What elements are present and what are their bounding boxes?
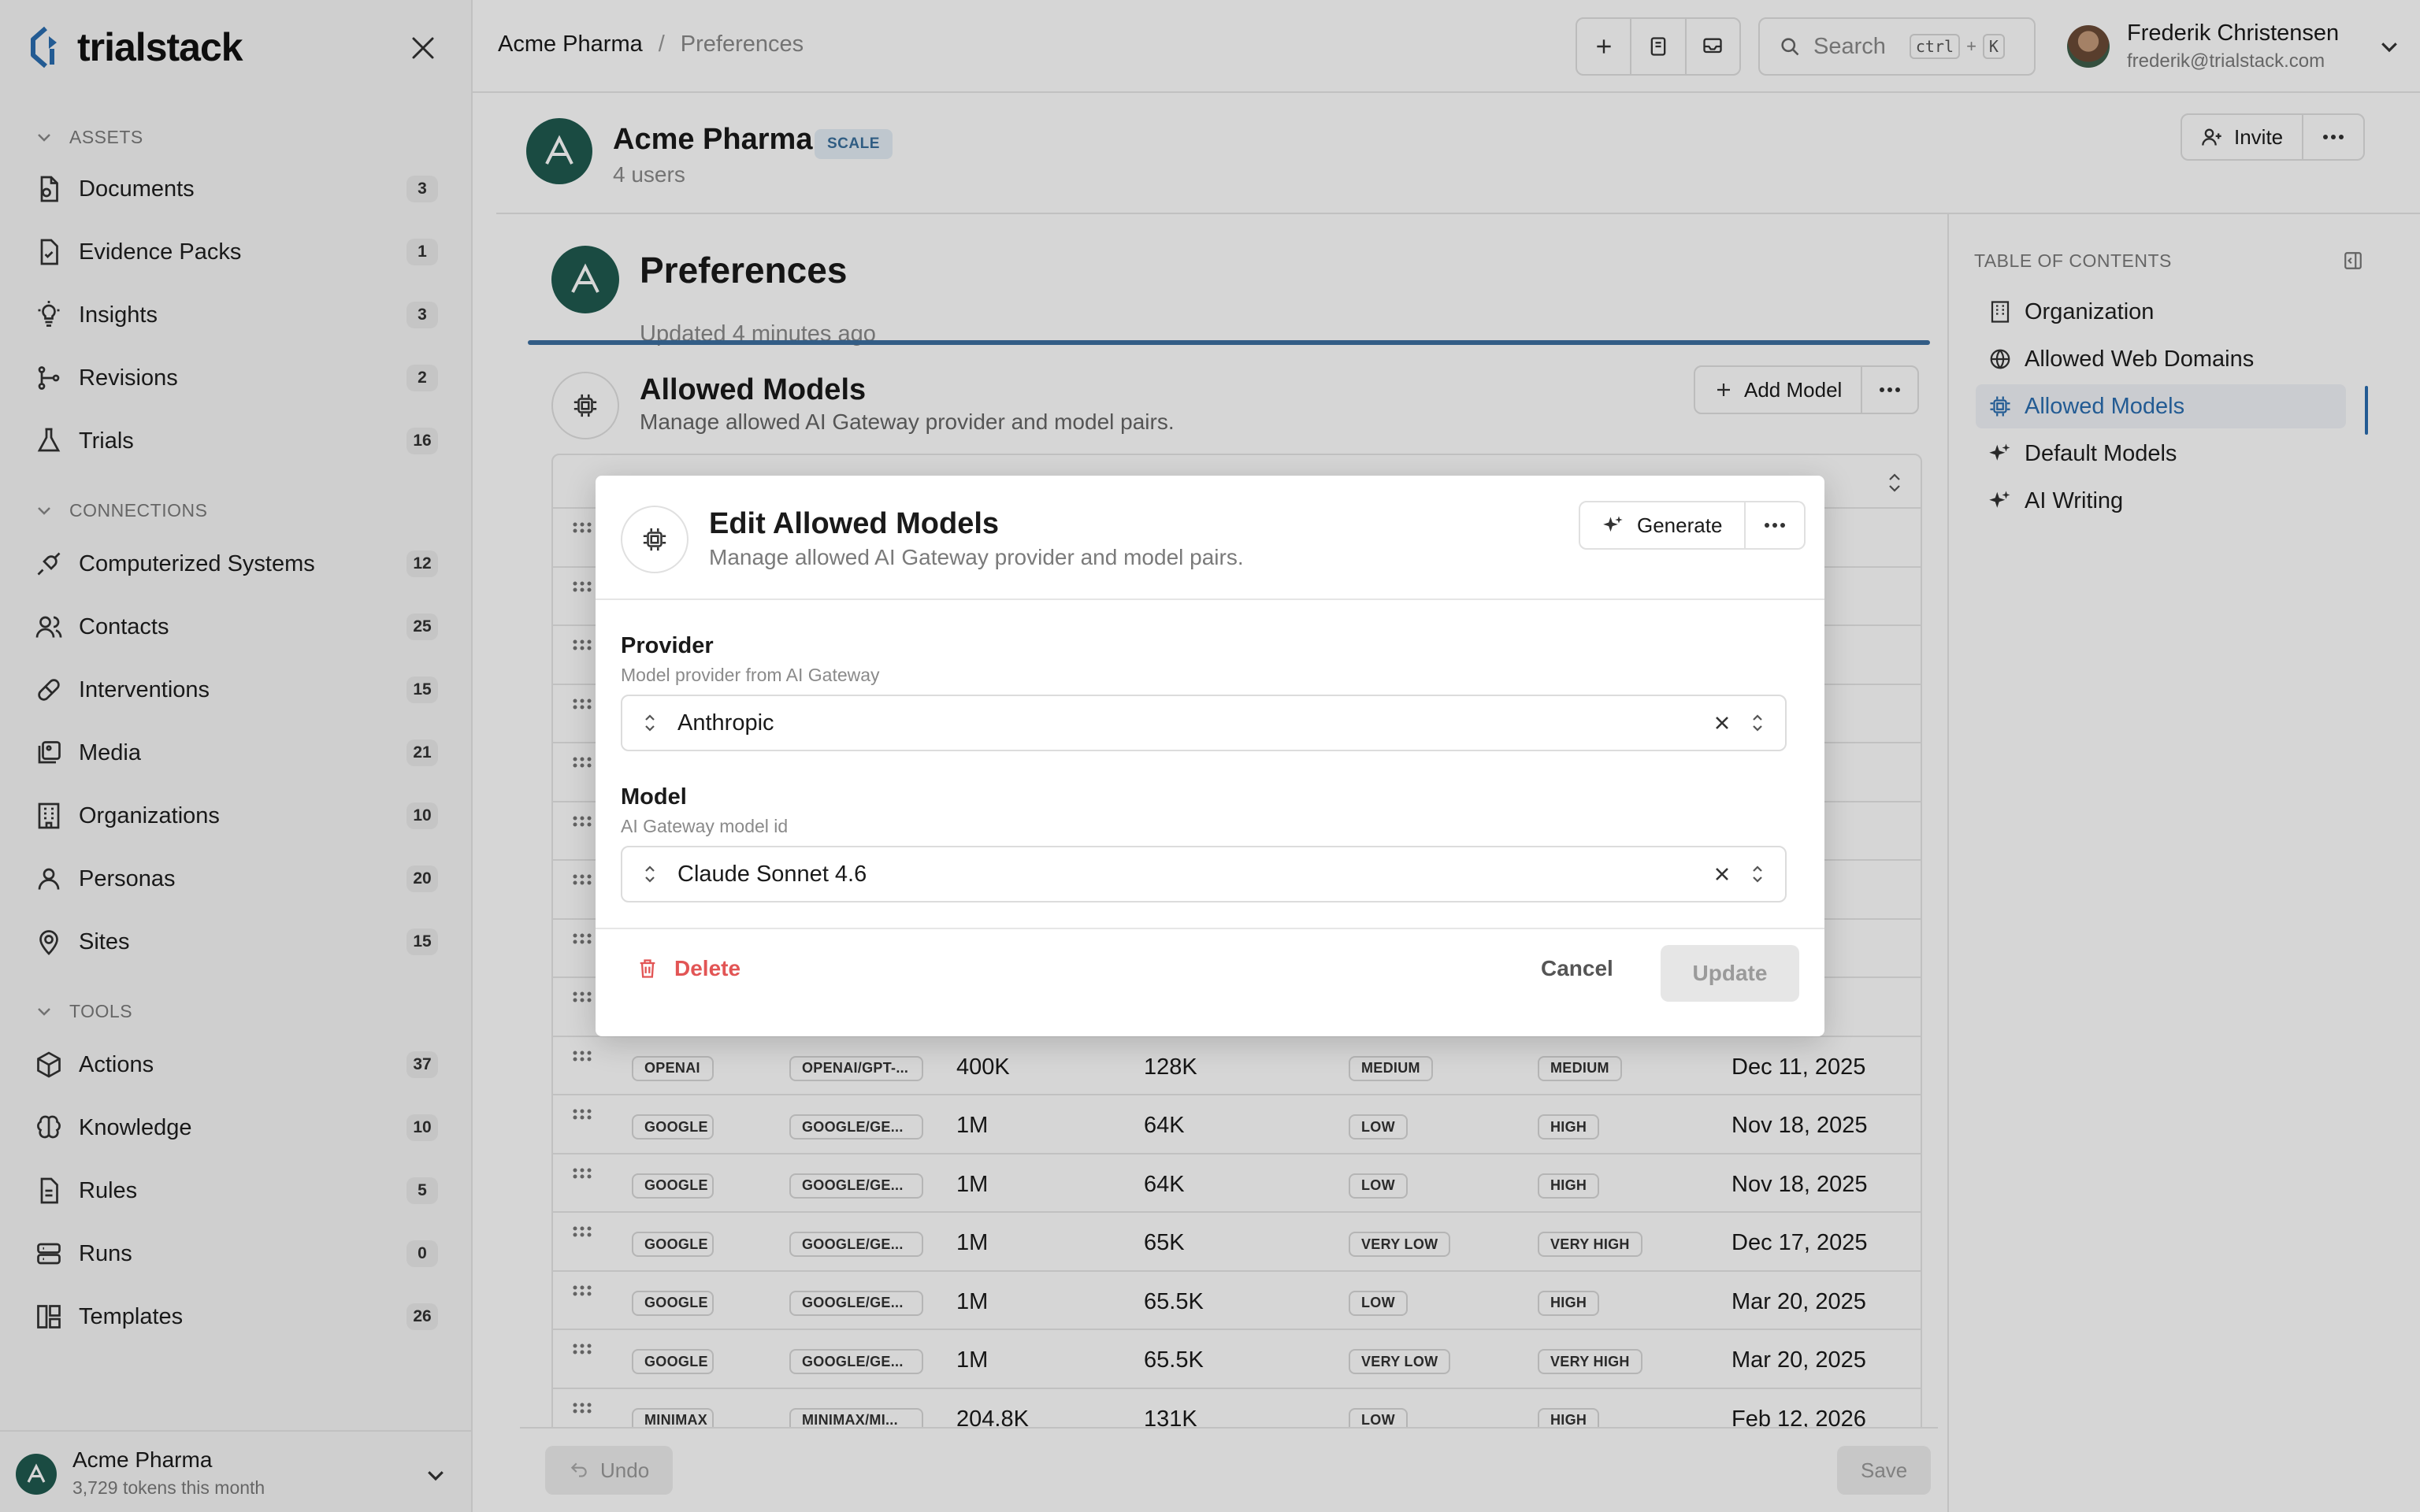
delete-button[interactable]: Delete (637, 956, 740, 981)
generate-label: Generate (1637, 513, 1723, 537)
clear-icon[interactable] (1711, 712, 1733, 734)
more-horizontal-icon (1765, 523, 1786, 528)
sparkles-icon (1603, 516, 1623, 532)
edit-allowed-models-dialog: Edit Allowed Models Manage allowed AI Ga… (596, 476, 1824, 1036)
model-select[interactable]: Claude Sonnet 4.6 (621, 846, 1787, 902)
dialog-title: Edit Allowed Models (709, 507, 1000, 540)
model-hint: AI Gateway model id (621, 816, 789, 836)
delete-label: Delete (674, 956, 741, 980)
model-label: Model (621, 784, 687, 810)
dialog-more-button[interactable] (1746, 502, 1804, 548)
provider-select[interactable]: Anthropic (621, 695, 1787, 751)
dialog-actions: Generate (1579, 501, 1806, 550)
divider (596, 598, 1824, 600)
chip-icon (621, 506, 689, 573)
clear-icon[interactable] (1711, 863, 1733, 885)
dialog-subtitle: Manage allowed AI Gateway provider and m… (709, 545, 1244, 569)
update-button[interactable]: Update (1661, 945, 1799, 1002)
chevron-up-down-icon[interactable] (1749, 712, 1766, 734)
provider-value: Anthropic (677, 710, 774, 736)
update-label: Update (1692, 961, 1768, 985)
divider (596, 928, 1824, 929)
provider-label: Provider (621, 633, 714, 658)
generate-button[interactable]: Generate (1580, 502, 1746, 548)
chevron-up-down-icon[interactable] (1749, 863, 1766, 885)
trash-icon (640, 959, 655, 978)
model-value: Claude Sonnet 4.6 (677, 861, 867, 887)
cancel-button[interactable]: Cancel (1541, 956, 1613, 981)
provider-hint: Model provider from AI Gateway (621, 665, 880, 685)
chevron-up-down-icon (622, 863, 677, 885)
chevron-up-down-icon (622, 712, 677, 734)
